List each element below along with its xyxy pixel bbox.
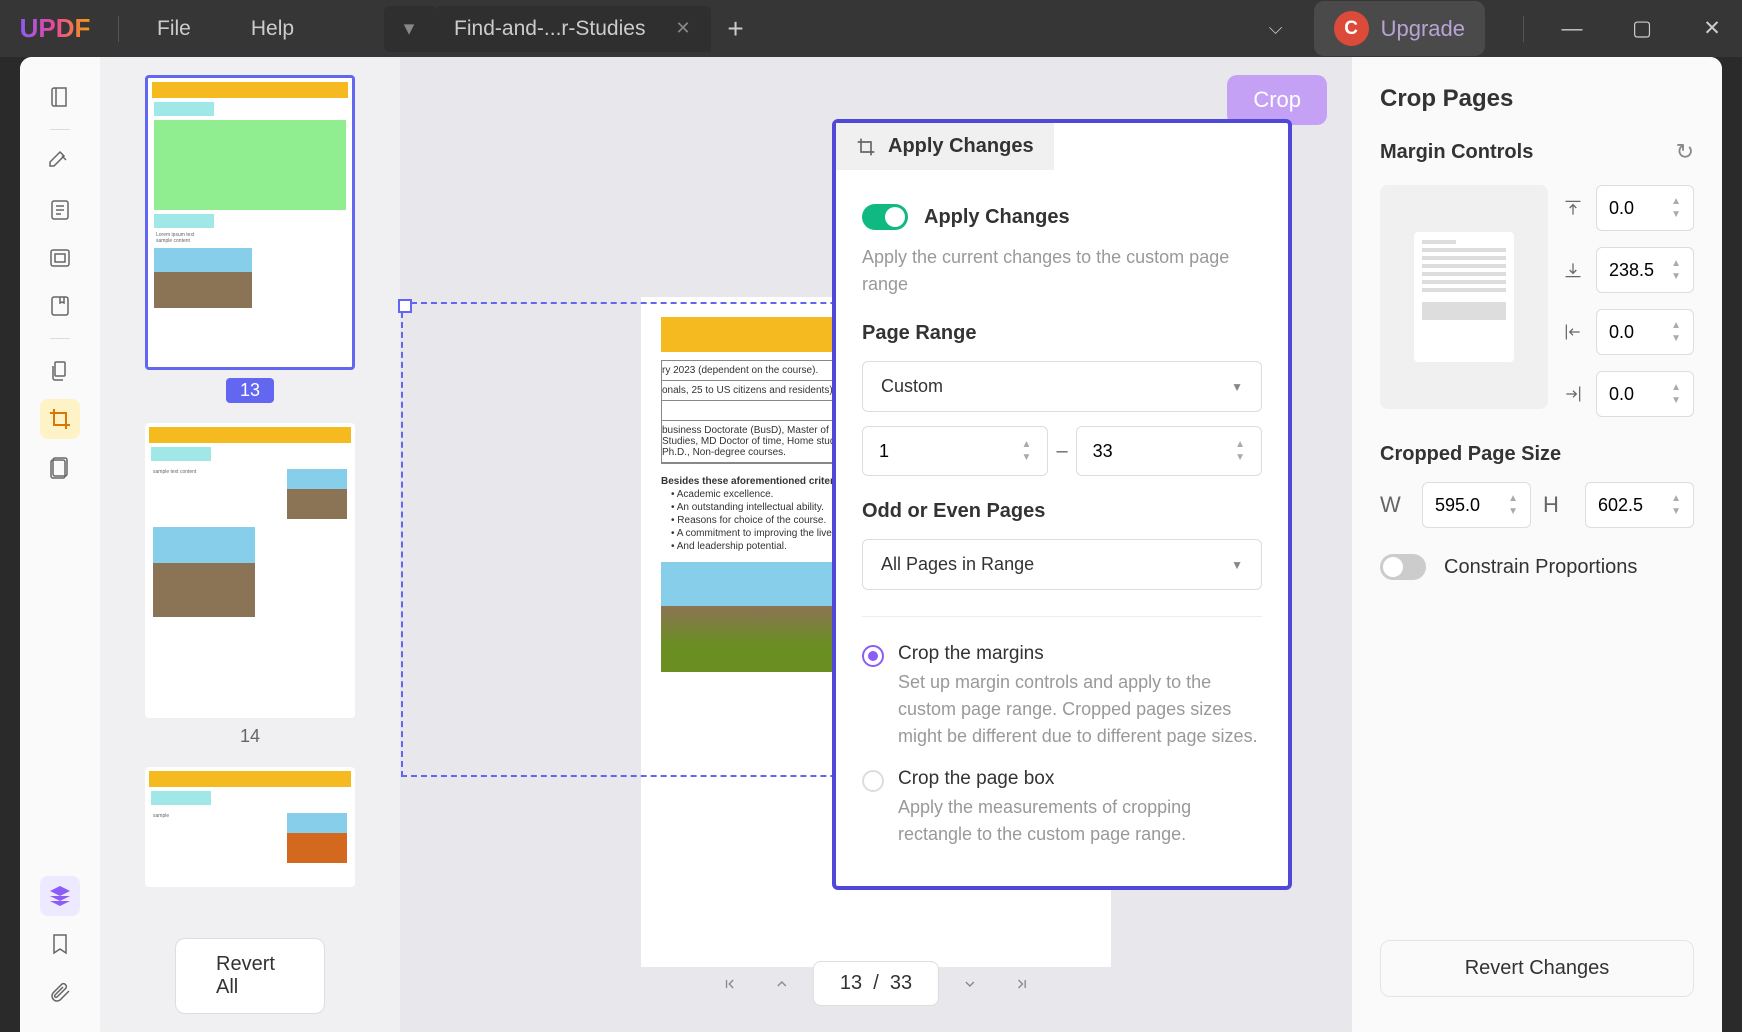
help-menu[interactable]: Help [221,17,324,41]
range-to-input[interactable]: 33 ▲▼ [1076,426,1262,476]
close-button[interactable]: ✕ [1682,1,1742,57]
crop-icon [856,137,876,157]
radio-unselected[interactable] [862,770,884,792]
apply-toggle[interactable] [862,204,908,230]
reset-icon[interactable]: ↻ [1676,139,1694,165]
left-sidebar [20,57,100,1032]
tab-close[interactable]: ✕ [675,18,690,39]
pages-icon[interactable] [40,447,80,487]
attachment-icon[interactable] [40,972,80,1012]
radio-selected[interactable] [862,645,884,667]
tab-title: Find-and-...r-Studies [454,17,645,41]
divider [118,16,119,42]
upgrade-label: Upgrade [1381,16,1465,42]
highlighter-icon[interactable] [40,142,80,182]
right-panel: Crop Pages Margin Controls ↻ 0.0▲▼ [1352,57,1722,1032]
pagination: 13 / 33 [709,961,1043,1006]
constrain-toggle[interactable] [1380,554,1426,580]
separator [50,338,70,339]
margin-left-input[interactable]: 0.0▲▼ [1596,309,1694,355]
copy-icon[interactable] [40,351,80,391]
radio-desc: Set up margin controls and apply to the … [898,669,1262,750]
page-indicator[interactable]: 13 / 33 [813,961,939,1006]
crop-button[interactable]: Crop [1227,75,1327,125]
user-avatar: C [1334,11,1369,46]
thumbnail-14[interactable]: sample text content 14 [130,423,370,747]
minimize-button[interactable]: — [1542,1,1602,57]
crop-margins-radio[interactable]: Crop the margins Set up margin controls … [862,643,1262,750]
range-from-input[interactable]: 1 ▲▼ [862,426,1048,476]
upgrade-button[interactable]: C Upgrade [1314,1,1485,56]
next-page-button[interactable] [949,963,991,1005]
crop-icon[interactable] [40,399,80,439]
margin-bottom-icon [1560,260,1586,280]
crop-box-radio[interactable]: Crop the page box Apply the measurements… [862,768,1262,848]
apply-desc: Apply the current changes to the custom … [862,244,1262,298]
margin-left-icon [1560,322,1586,342]
layers-icon[interactable] [40,876,80,916]
thumb-label: 14 [240,726,260,747]
edit-icon[interactable] [40,190,80,230]
margin-right-input[interactable]: 0.0▲▼ [1596,371,1694,417]
margin-preview [1380,185,1548,409]
chevron-down-icon[interactable]: ⌵ [1248,1,1304,57]
prev-page-button[interactable] [761,963,803,1005]
radio-label: Crop the margins [898,643,1262,665]
bookmark-icon[interactable] [40,924,80,964]
width-input[interactable]: 595.0▲▼ [1422,482,1531,528]
range-separator: – [1056,440,1067,463]
thumb-label: 13 [226,378,274,403]
maximize-button[interactable]: ▢ [1612,1,1672,57]
margin-top-input[interactable]: 0.0▲▼ [1596,185,1694,231]
size-section-label: Cropped Page Size [1380,443,1694,466]
first-page-button[interactable] [709,963,751,1005]
app-logo: UPDF [0,13,110,44]
margin-section-label: Margin Controls [1380,141,1533,164]
revert-all-button[interactable]: Revert All [175,938,325,1014]
height-input[interactable]: 602.5▲▼ [1585,482,1694,528]
file-menu[interactable]: File [127,17,221,41]
thumbnail-13[interactable]: Lorem ipsum textsample content 13 [130,75,370,403]
divider [862,616,1262,617]
tab-dropdown[interactable]: ▾ [384,6,434,52]
margin-right-icon [1560,384,1586,404]
content-area: Crop ry 2023 (dependent on the course). … [400,57,1352,1032]
width-label: W [1380,492,1410,518]
odd-even-label: Odd or Even Pages [862,500,1262,523]
separator [50,129,70,130]
radio-desc: Apply the measurements of cropping recta… [898,794,1262,848]
page-range-select[interactable]: Custom ▼ [862,361,1262,412]
form-icon[interactable] [40,286,80,326]
odd-even-select[interactable]: All Pages in Range ▼ [862,539,1262,590]
divider [1523,16,1524,42]
last-page-button[interactable] [1001,963,1043,1005]
height-label: H [1543,492,1573,518]
add-tab[interactable]: + [711,13,761,45]
thumbnail-panel: Lorem ipsum textsample content 13 sample… [100,57,400,1032]
page-range-label: Page Range [862,322,1262,345]
constrain-label: Constrain Proportions [1444,556,1637,579]
chevron-down-icon: ▼ [1231,380,1243,394]
apply-changes-panel: Apply Changes Apply Changes Apply the cu… [832,119,1292,890]
document-tab[interactable]: Find-and-...r-Studies ✕ [434,6,711,52]
apply-toggle-label: Apply Changes [924,206,1070,229]
thumbnail-15[interactable]: sample [130,767,370,887]
chevron-down-icon: ▼ [1231,558,1243,572]
apply-tab: Apply Changes [836,123,1054,170]
book-icon[interactable] [40,77,80,117]
margin-bottom-input[interactable]: 238.5▲▼ [1596,247,1694,293]
revert-changes-button[interactable]: Revert Changes [1380,940,1694,997]
page-icon[interactable] [40,238,80,278]
radio-label: Crop the page box [898,768,1262,790]
panel-title: Crop Pages [1380,85,1694,113]
margin-top-icon [1560,198,1586,218]
